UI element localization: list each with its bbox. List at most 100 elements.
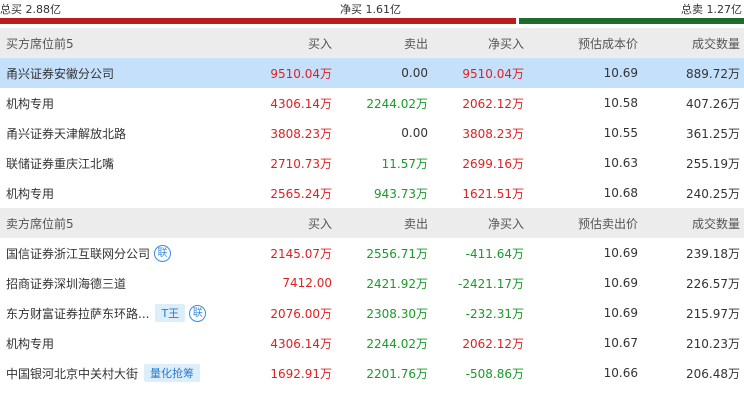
buy-amount-cell: 2565.24万 bbox=[270, 186, 332, 201]
price-cell: 10.58 bbox=[603, 96, 638, 110]
price-cell: 10.69 bbox=[603, 246, 638, 260]
seat-name[interactable]: 国信证券浙江互联网分公司 bbox=[6, 245, 150, 262]
buy-column-header[interactable]: 买入 bbox=[226, 28, 336, 58]
sell-column-header[interactable]: 卖出 bbox=[336, 28, 432, 58]
buy-column-header[interactable]: 买入 bbox=[226, 208, 336, 238]
price-cell: 10.67 bbox=[603, 336, 638, 350]
volume-cell: 206.48万 bbox=[686, 366, 740, 381]
sell-amount-cell: 943.73万 bbox=[374, 186, 428, 201]
seat-name-cell: 机构专用 bbox=[0, 88, 226, 118]
net-column-header[interactable]: 净买入 bbox=[432, 208, 528, 238]
table-row[interactable]: 机构专用 2565.24万 943.73万 1621.51万 10.68 240.25万 bbox=[0, 178, 744, 208]
sell-amount-cell: 2244.02万 bbox=[366, 336, 428, 351]
price-column-header[interactable]: 预估成本价 bbox=[528, 28, 642, 58]
volume-cell: 889.72万 bbox=[642, 58, 744, 88]
buy-amount-cell: 2710.73万 bbox=[270, 156, 332, 171]
seat-name[interactable]: 机构专用 bbox=[6, 185, 54, 202]
volume-cell: 215.97万 bbox=[686, 306, 740, 321]
buy-amount-cell: 4306.14万 bbox=[270, 336, 332, 351]
table-row[interactable]: 联储证券重庆江北嘴 2710.73万 11.57万 2699.16万 10.63 255.… bbox=[0, 148, 744, 178]
seat-name-cell: 东方财富证券拉萨东环路... T王联 bbox=[0, 298, 226, 328]
sell-amount-cell: 2244.02万 bbox=[366, 96, 428, 111]
sell-amount-cell: 2308.30万 bbox=[366, 306, 428, 321]
seat-name-cell: 机构专用 bbox=[0, 178, 226, 208]
seat-name[interactable]: 机构专用 bbox=[6, 335, 54, 352]
seat-name-cell: 甬兴证券天津解放北路 bbox=[0, 118, 226, 148]
buy_section-header-row: 买方席位前5 买入 卖出 净买入 预估成本价 成交数量 bbox=[0, 28, 744, 58]
net-amount-cell: -508.86万 bbox=[465, 366, 524, 381]
table-row[interactable]: 国信证券浙江互联网分公司联 2145.07万 2556.71万 -411.64万 10.… bbox=[0, 238, 744, 268]
sell_section-header-row: 卖方席位前5 买入 卖出 净买入 预估卖出价 成交数量 bbox=[0, 208, 744, 238]
volume-cell: 239.18万 bbox=[686, 246, 740, 261]
buy-amount-cell: 9510.04万 bbox=[226, 58, 336, 88]
total-buy-label: 总买 2.88亿 bbox=[0, 3, 61, 16]
net-column-header[interactable]: 净买入 bbox=[432, 28, 528, 58]
volume-column-header[interactable]: 成交数量 bbox=[642, 208, 744, 238]
seat-name[interactable]: 甬兴证券天津解放北路 bbox=[6, 125, 126, 142]
price-cell: 10.55 bbox=[603, 126, 638, 140]
buy-amount-cell: 1692.91万 bbox=[270, 366, 332, 381]
price-cell: 10.68 bbox=[603, 186, 638, 200]
sell-amount-cell: 2421.92万 bbox=[366, 276, 428, 291]
table-row[interactable]: 机构专用 4306.14万 2244.02万 2062.12万 10.67 210.23万 bbox=[0, 328, 744, 358]
price-cell: 10.69 bbox=[603, 276, 638, 290]
net-amount-cell: -232.31万 bbox=[465, 306, 524, 321]
buy-amount-cell: 3808.23万 bbox=[270, 126, 332, 141]
net-buy-label: 净买 1.61亿 bbox=[340, 3, 401, 16]
volume-cell: 210.23万 bbox=[686, 336, 740, 351]
table-row[interactable]: 东方财富证券拉萨东环路... T王联 2076.00万 2308.30万 -232.31… bbox=[0, 298, 744, 328]
seat-table: 买方席位前5 买入 卖出 净买入 预估成本价 成交数量 甬兴证券安徽分公司 9510.04万 0… bbox=[0, 28, 744, 388]
net-amount-cell: -411.64万 bbox=[465, 246, 524, 261]
volume-cell: 226.57万 bbox=[686, 276, 740, 291]
sell-column-header[interactable]: 卖出 bbox=[336, 208, 432, 238]
net-amount-cell: 9510.04万 bbox=[432, 58, 528, 88]
seat-name[interactable]: 联储证券重庆江北嘴 bbox=[6, 155, 114, 172]
sell-ratio-fill bbox=[518, 18, 744, 24]
seat-name[interactable]: 东方财富证券拉萨东环路... bbox=[6, 305, 149, 322]
seat-name-cell: 招商证券深圳海德三道 bbox=[0, 268, 226, 298]
total-sell-label: 总卖 1.27亿 bbox=[681, 3, 742, 16]
table-row[interactable]: 中国银河北京中关村大街 量化抢筹 1692.91万 2201.76万 -508.86万 1… bbox=[0, 358, 744, 388]
table-row[interactable]: 甬兴证券天津解放北路 3808.23万 0.00 3808.23万 10.55 361.2… bbox=[0, 118, 744, 148]
price-cell: 10.69 bbox=[603, 306, 638, 320]
linked-seat-icon[interactable]: 联 bbox=[189, 304, 207, 322]
buy-amount-cell: 4306.14万 bbox=[270, 96, 332, 111]
buy-amount-cell: 2145.07万 bbox=[270, 246, 332, 261]
table-row[interactable]: 甬兴证券安徽分公司 9510.04万 0.00 9510.04万 10.69 889.72… bbox=[0, 58, 744, 88]
price-cell: 10.63 bbox=[603, 156, 638, 170]
net-amount-cell: 2062.12万 bbox=[462, 336, 524, 351]
table-row[interactable]: 机构专用 4306.14万 2244.02万 2062.12万 10.58 407.26万 bbox=[0, 88, 744, 118]
seat-name-cell: 中国银河北京中关村大街 量化抢筹 bbox=[0, 358, 226, 388]
seat-name[interactable]: 甬兴证券安徽分公司 bbox=[6, 65, 114, 82]
buy-amount-cell: 2076.00万 bbox=[270, 306, 332, 321]
buy-amount-cell: 7412.00 bbox=[282, 276, 332, 290]
sell-amount-cell: 11.57万 bbox=[381, 156, 428, 171]
seat-tag-badge[interactable]: 量化抢筹 bbox=[144, 364, 201, 382]
volume-cell: 255.19万 bbox=[686, 156, 740, 171]
net-amount-cell: 2699.16万 bbox=[462, 156, 524, 171]
seat-name[interactable]: 机构专用 bbox=[6, 95, 54, 112]
price-column-header[interactable]: 预估卖出价 bbox=[528, 208, 642, 238]
summary-bar: 总买 2.88亿 净买 1.61亿 总卖 1.27亿 bbox=[0, 0, 744, 28]
table-row[interactable]: 招商证券深圳海德三道 7412.00 2421.92万 -2421.17万 10.69 2… bbox=[0, 268, 744, 298]
seat-name-cell: 联储证券重庆江北嘴 bbox=[0, 148, 226, 178]
volume-cell: 407.26万 bbox=[686, 96, 740, 111]
buy-sell-ratio-bar bbox=[0, 18, 744, 24]
linked-seat-icon[interactable]: 联 bbox=[154, 244, 172, 262]
seat-name-cell: 国信证券浙江互联网分公司联 bbox=[0, 238, 226, 268]
seat-name[interactable]: 中国银河北京中关村大街 bbox=[6, 365, 138, 382]
net-amount-cell: 2062.12万 bbox=[462, 96, 524, 111]
seat-name-cell: 机构专用 bbox=[0, 328, 226, 358]
seat-tag-badge[interactable]: T王 bbox=[155, 304, 186, 322]
seat-name-cell: 甬兴证券安徽分公司 bbox=[0, 58, 226, 88]
volume-cell: 361.25万 bbox=[686, 126, 740, 141]
seat-column-header[interactable]: 买方席位前5 bbox=[0, 28, 226, 58]
price-cell: 10.66 bbox=[603, 366, 638, 380]
volume-column-header[interactable]: 成交数量 bbox=[642, 28, 744, 58]
seat-column-header[interactable]: 卖方席位前5 bbox=[0, 208, 226, 238]
price-cell: 10.69 bbox=[528, 58, 642, 88]
sell-amount-cell: 2201.76万 bbox=[366, 366, 428, 381]
seat-name[interactable]: 招商证券深圳海德三道 bbox=[6, 275, 126, 292]
sell-amount-cell: 2556.71万 bbox=[366, 246, 428, 261]
volume-cell: 240.25万 bbox=[686, 186, 740, 201]
